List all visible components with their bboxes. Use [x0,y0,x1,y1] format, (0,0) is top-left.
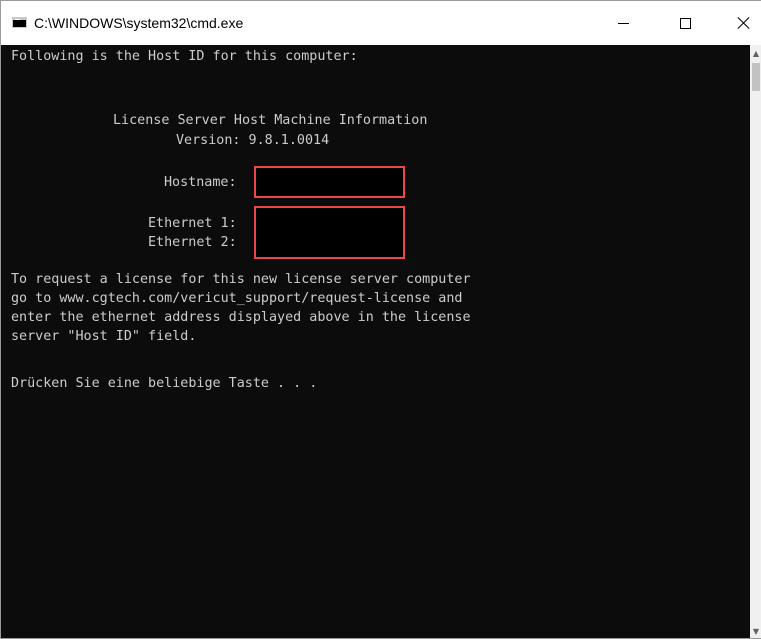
ethernet1-label: Ethernet 1: [148,216,237,231]
ethernet2-label: Ethernet 2: [148,235,237,250]
version-line: Version: 9.8.1.0014 [176,133,330,148]
close-button[interactable] [721,1,761,45]
intro-line: Following is the Host ID for this comput… [11,49,358,64]
request-line-2: go to www.cgtech.com/vericut_support/req… [11,291,463,306]
press-key-prompt: Drücken Sie eine beliebige Taste . . . [11,376,318,391]
scroll-thumb[interactable] [752,63,760,91]
vertical-scrollbar[interactable]: ▲ ▼ [750,45,761,638]
cmd-icon[interactable] [12,17,27,28]
hostname-redaction [254,166,405,198]
title-bar[interactable]: C:\WINDOWS\system32\cmd.exe [1,1,761,45]
scroll-down-icon[interactable]: ▼ [750,623,761,638]
request-line-4: server "Host ID" field. [11,329,197,344]
console-output[interactable]: Following is the Host ID for this comput… [1,45,750,638]
minimize-icon [617,22,629,24]
request-line-1: To request a license for this new licens… [11,272,471,287]
scroll-up-icon[interactable]: ▲ [750,45,761,62]
hostname-label: Hostname: [164,175,237,190]
maximize-icon [679,17,691,29]
minimize-button[interactable] [600,1,646,45]
ethernet-redaction [254,206,405,259]
close-icon [737,16,751,30]
maximize-button[interactable] [662,1,708,45]
info-header: License Server Host Machine Information [113,113,428,128]
window-title: C:\WINDOWS\system32\cmd.exe [34,15,244,31]
request-line-3: enter the ethernet address displayed abo… [11,310,471,325]
cmd-window: C:\WINDOWS\system32\cmd.exe Following is… [0,0,761,639]
